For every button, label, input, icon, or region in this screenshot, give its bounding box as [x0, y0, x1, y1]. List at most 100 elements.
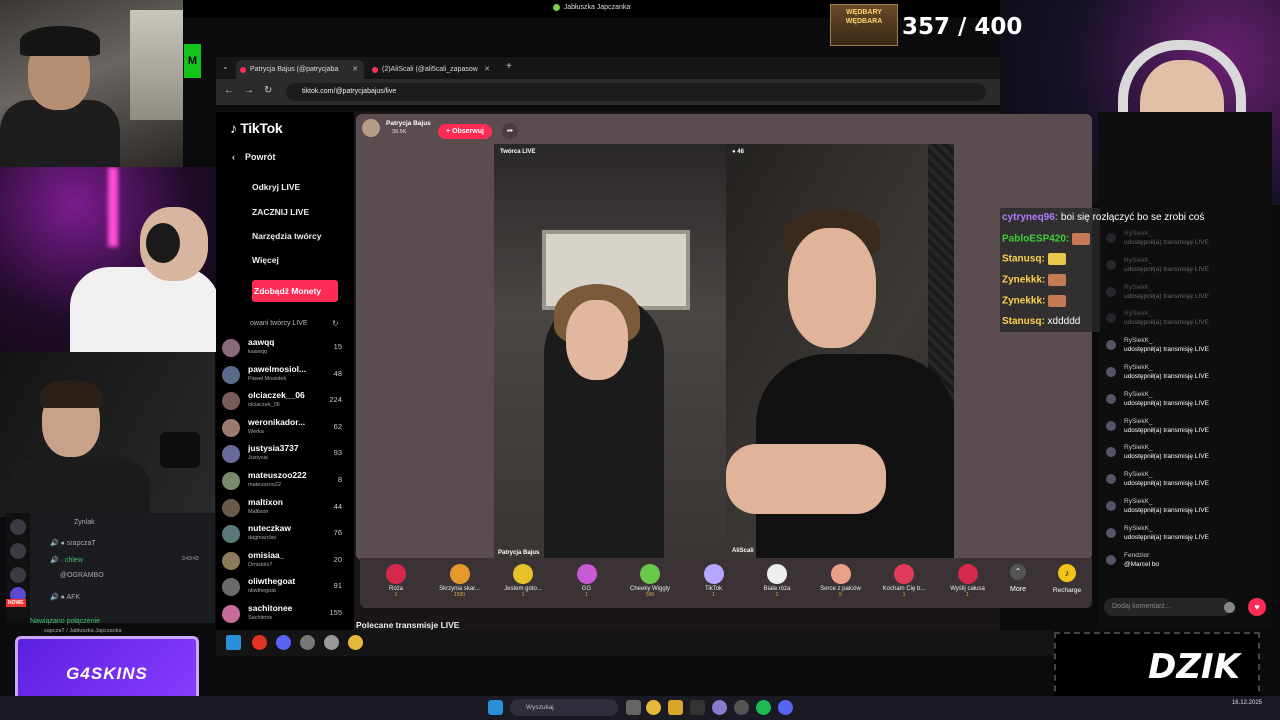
gift-item[interactable]: TikTok 1: [684, 562, 744, 606]
suggested-creator[interactable]: justysia3737 Justysia 93: [222, 440, 352, 467]
comment-input[interactable]: Dodaj komentarz...: [1104, 598, 1232, 616]
chat-username[interactable]: RySiekK_: [1124, 471, 1153, 478]
gift-item[interactable]: Cheeky Wiggly 500: [620, 562, 680, 606]
chat-username[interactable]: RySiekK_: [1124, 310, 1153, 317]
voice-user[interactable]: 🔊 ● AFK: [50, 593, 80, 601]
avatar[interactable]: [222, 392, 240, 411]
suggested-creator[interactable]: oliwthegoat oliwthegoat 91: [222, 573, 352, 600]
chat-username[interactable]: RySiekK_: [1124, 418, 1153, 425]
menu-more[interactable]: Więcej: [252, 255, 279, 265]
chat-username[interactable]: RySiekK_: [1124, 444, 1153, 451]
live-panel-host[interactable]: Twórca LIVE Patrycja Bajus: [494, 144, 726, 560]
refresh-icon[interactable]: ↻: [332, 319, 339, 328]
avatar[interactable]: [1106, 233, 1116, 243]
avatar[interactable]: [1106, 286, 1116, 297]
spotify-icon[interactable]: [756, 700, 771, 715]
avatar[interactable]: [222, 339, 240, 357]
avatar[interactable]: [1106, 554, 1116, 565]
avatar[interactable]: [222, 445, 240, 464]
suggested-creator[interactable]: omisiaa_ Omisiolo7 20: [222, 547, 352, 574]
chat-username[interactable]: RySiekK_: [1124, 337, 1153, 344]
chat-username[interactable]: RySiekK_: [1124, 284, 1153, 291]
live-panel-guest[interactable]: ● 46 AliScali: [726, 144, 954, 560]
folder-icon[interactable]: [668, 700, 683, 715]
avatar[interactable]: [1106, 340, 1116, 351]
suggested-creator[interactable]: olciaczek__06 olciaczek_06 224: [222, 387, 352, 414]
voice-user[interactable]: 🔊 ● srapczaT: [50, 539, 96, 547]
avatar[interactable]: [222, 525, 240, 544]
more-gifts-button[interactable]: ⌃ More: [998, 562, 1038, 606]
gift-item[interactable]: Jestem goto... 1: [493, 562, 553, 606]
chat-username[interactable]: RySiekK_: [1124, 391, 1153, 398]
back-link[interactable]: ‹ Powrót: [232, 152, 276, 162]
voice-user[interactable]: @OGRAMBO: [60, 572, 104, 579]
avatar[interactable]: [222, 551, 240, 570]
chrome-icon[interactable]: [646, 700, 661, 715]
host-name[interactable]: Patrycja Bajus: [386, 120, 431, 127]
tab-list-chevron-icon[interactable]: ⌄: [222, 62, 229, 71]
suggested-creator[interactable]: maltixon Maltixon 44: [222, 494, 352, 521]
avatar[interactable]: [1106, 474, 1116, 485]
chat-username[interactable]: RySiekK_: [1124, 257, 1153, 264]
settings-icon[interactable]: [324, 635, 339, 650]
get-coins-button[interactable]: Zdobądź Monety: [252, 280, 338, 302]
gift-item[interactable]: Kocham Cię b... 1: [874, 562, 934, 606]
avatar[interactable]: [222, 578, 240, 597]
suggested-creator[interactable]: pawelmosiol... Paweł Mosiołek 48: [222, 361, 352, 388]
gift-item[interactable]: Wyślij całusa 1: [938, 562, 998, 606]
suggested-creator[interactable]: weronikador... Werka 62: [222, 414, 352, 441]
avatar[interactable]: [222, 418, 240, 437]
avatar[interactable]: [222, 365, 240, 384]
suggested-creator[interactable]: nuteczkaw dagmarclav 76: [222, 520, 352, 547]
host-avatar[interactable]: [362, 119, 380, 137]
taskbar-search[interactable]: Wyszukaj: [510, 699, 618, 716]
emoji-icon[interactable]: [1224, 602, 1235, 613]
start-icon[interactable]: [488, 700, 503, 715]
follow-button[interactable]: + Obserwuj: [438, 124, 492, 139]
reload-icon[interactable]: ↻: [264, 85, 272, 96]
like-heart-icon[interactable]: ♥: [1248, 598, 1266, 616]
recharge-button[interactable]: ♪ Recharge: [1044, 562, 1090, 606]
avatar[interactable]: [1106, 259, 1116, 270]
avatar[interactable]: [1106, 393, 1116, 404]
share-icon[interactable]: ➦: [502, 123, 518, 139]
browser-icon[interactable]: [712, 700, 727, 715]
avatar[interactable]: [1106, 367, 1116, 377]
discord-icon[interactable]: [778, 700, 793, 715]
chat-username[interactable]: RySiekK_: [1124, 525, 1153, 532]
gift-item[interactable]: GG 1: [557, 562, 617, 606]
close-tab-icon[interactable]: ✕: [352, 60, 358, 79]
voice-user[interactable]: 🔊 · chlew: [50, 556, 83, 564]
app-icon[interactable]: [690, 700, 705, 715]
avatar[interactable]: [1106, 447, 1116, 458]
app-icon[interactable]: [734, 700, 749, 715]
server-icon[interactable]: [10, 519, 26, 535]
gift-item[interactable]: Biała róża 1: [747, 562, 807, 606]
avatar[interactable]: [222, 472, 240, 490]
avatar[interactable]: [222, 605, 240, 623]
chrome-icon[interactable]: [348, 635, 363, 650]
new-tab-icon[interactable]: +: [506, 61, 512, 72]
avatar[interactable]: [222, 498, 240, 517]
tab-patrycja[interactable]: Patrycja Bajus (@patrycjaba ✕: [236, 60, 364, 79]
server-icon[interactable]: [10, 543, 26, 559]
gift-item[interactable]: Serce z palców 5: [811, 562, 871, 606]
avatar[interactable]: [1106, 501, 1116, 511]
tab-aliscali[interactable]: (2)AliScali (@ali5cali_zapasow ✕: [368, 60, 496, 79]
task-view-icon[interactable]: [626, 700, 641, 715]
chat-username[interactable]: RySiekK_: [1124, 364, 1153, 371]
avatar[interactable]: [1106, 420, 1116, 431]
chat-username[interactable]: Fendzior: [1124, 552, 1149, 559]
forward-icon[interactable]: →: [244, 85, 254, 96]
close-tab-icon[interactable]: ✕: [484, 60, 490, 79]
chat-username[interactable]: RySiekK_: [1124, 230, 1153, 237]
voice-user[interactable]: Zynlak: [74, 519, 95, 526]
server-icon[interactable]: [10, 567, 26, 583]
discord-icon[interactable]: [276, 635, 291, 650]
app-icon[interactable]: [300, 635, 315, 650]
menu-creator-tools[interactable]: Narzędzia twórcy: [252, 231, 321, 241]
suggested-creator[interactable]: aawqq kaawqq 15: [222, 334, 352, 361]
avatar[interactable]: [1106, 313, 1116, 324]
back-icon[interactable]: ←: [224, 85, 234, 96]
address-bar[interactable]: tiktok.com/@patrycjabajus/live: [286, 83, 986, 101]
